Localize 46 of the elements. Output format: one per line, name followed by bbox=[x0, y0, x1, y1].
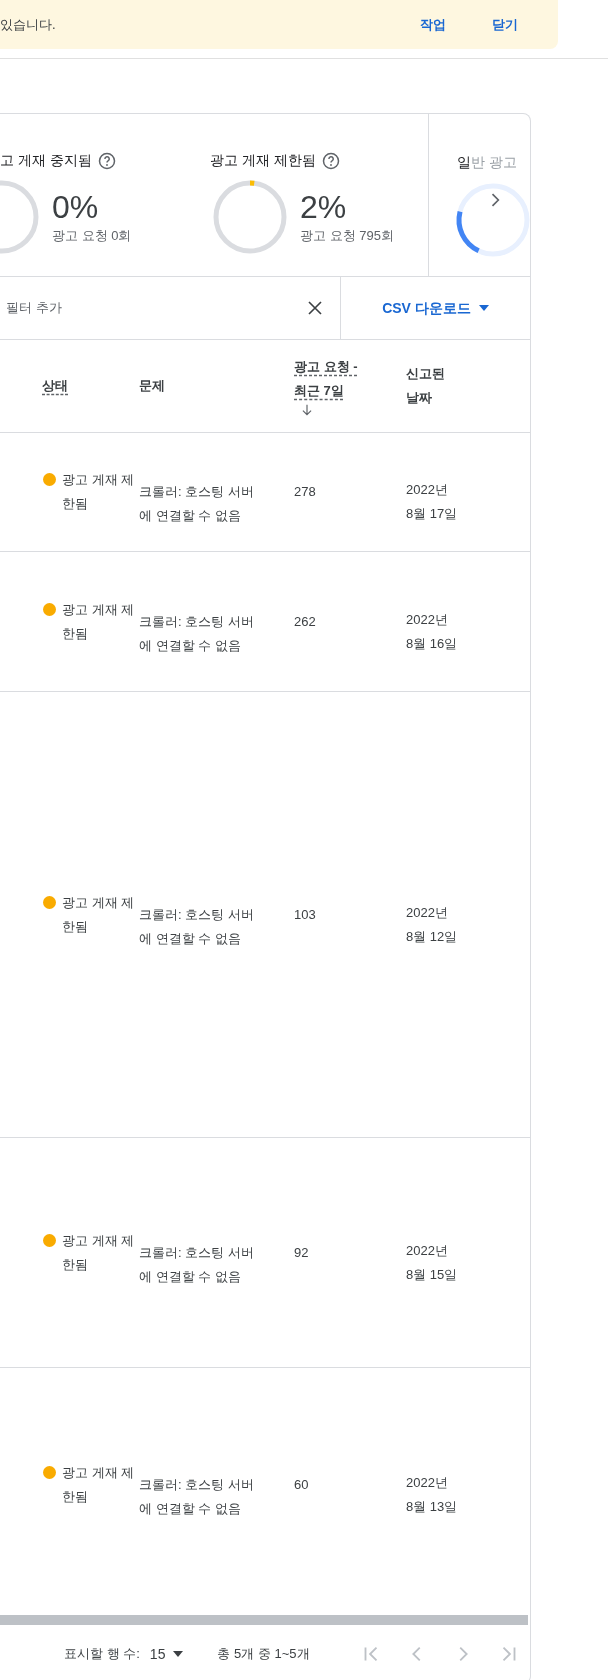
rows-per-page-select[interactable]: 15 bbox=[149, 1643, 184, 1665]
issue-cell-text: 크롤러: 호스팅 서버에 연결할 수 없음 bbox=[139, 905, 255, 948]
rows-per-page-label: 표시할 행 수: bbox=[64, 1645, 140, 1664]
panel-title: 일 반 광고 bbox=[457, 154, 517, 170]
requests-cell-text: 278 bbox=[294, 483, 317, 501]
issue-cell-text: 크롤러: 호스팅 서버에 연결할 수 없음 bbox=[139, 612, 255, 655]
requests-cell-text: 92 bbox=[294, 1243, 310, 1262]
status-cell-text: 광고 게재 제한됨 bbox=[62, 471, 136, 513]
banner-message: 있습니다. bbox=[0, 15, 56, 34]
column-header[interactable]: 상태 bbox=[42, 374, 139, 398]
stat-caption: 광고 요청 0회 bbox=[52, 227, 132, 246]
status-cell-text: 광고 게재 제한됨 bbox=[62, 893, 136, 936]
status-cell-text: 광고 게재 제한됨 bbox=[62, 1231, 136, 1274]
csv-download-button[interactable]: CSV 다운로드 bbox=[341, 277, 530, 339]
date-cell-text: 2022년 8월 15일 bbox=[406, 1241, 459, 1284]
banner-action-link[interactable]: 작업 bbox=[420, 14, 446, 35]
stat-title: 광고 게재 제한됨 bbox=[210, 151, 316, 170]
column-header[interactable]: 신고된 날짜 bbox=[406, 362, 466, 410]
caret-icon bbox=[478, 305, 489, 311]
help-icon[interactable] bbox=[97, 151, 116, 170]
caret-icon bbox=[173, 1651, 184, 1657]
stat-caption: 광고 요청 795회 bbox=[300, 227, 394, 246]
date-cell-text: 2022년 8월 12일 bbox=[406, 903, 459, 946]
date-cell-text: 2022년 8월 16일 bbox=[406, 610, 459, 653]
sort-down-icon bbox=[300, 403, 314, 417]
stat-value: 2% bbox=[300, 188, 348, 227]
date-cell-text: 2022년 8월 13일 bbox=[406, 1473, 459, 1516]
column-header[interactable]: 광고 요청 - 최근 7일 bbox=[294, 355, 364, 417]
requests-cell-text: 103 bbox=[294, 905, 317, 924]
stat-value: 0% bbox=[52, 188, 100, 227]
filter-input[interactable]: 필터 추가 bbox=[6, 298, 306, 318]
close-icon[interactable] bbox=[306, 299, 324, 317]
issue-cell-text: 크롤러: 호스팅 서버에 연결할 수 없음 bbox=[139, 1243, 255, 1286]
issue-cell-text: 크롤러: 호스팅 서버에 연결할 수 없음 bbox=[139, 483, 255, 525]
status-cell-text: 광고 게재 제한됨 bbox=[62, 1463, 136, 1506]
page-range: 총 5개 중 1~5개 bbox=[217, 1645, 310, 1664]
banner-action-link[interactable]: 닫기 bbox=[492, 14, 518, 35]
help-icon[interactable] bbox=[321, 151, 340, 170]
requests-cell-text: 262 bbox=[294, 612, 317, 631]
stat-title: 고 게재 중지됨 bbox=[0, 151, 92, 170]
status-cell-text: 광고 게재 제한됨 bbox=[62, 600, 136, 643]
requests-cell-text: 60 bbox=[294, 1475, 310, 1494]
issue-cell-text: 크롤러: 호스팅 서버에 연결할 수 없음 bbox=[139, 1475, 255, 1518]
column-header[interactable]: 문제 bbox=[139, 374, 294, 398]
date-cell-text: 2022년 8월 17일 bbox=[406, 481, 459, 523]
horizontal-scrollbar[interactable] bbox=[0, 1615, 528, 1625]
